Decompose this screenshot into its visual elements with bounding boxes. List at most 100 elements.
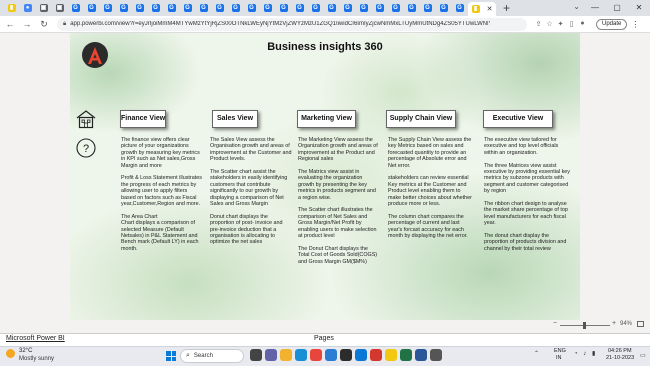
back-icon[interactable]: ← bbox=[3, 19, 17, 29]
browser-menu-icon[interactable]: ⋮ bbox=[631, 20, 639, 29]
browser-tab[interactable]: G bbox=[164, 2, 179, 14]
home-icon[interactable] bbox=[75, 108, 97, 130]
file-explorer-icon[interactable] bbox=[280, 349, 292, 361]
reload-icon[interactable]: ↻ bbox=[37, 19, 51, 30]
browser-tab[interactable]: G bbox=[404, 2, 419, 14]
vscode-icon[interactable] bbox=[355, 349, 367, 361]
browser-tab[interactable]: G bbox=[308, 2, 323, 14]
tab-icon: G bbox=[311, 4, 320, 12]
task-view-icon[interactable] bbox=[250, 349, 262, 361]
sales-view-button[interactable]: Sales View bbox=[212, 110, 258, 128]
browser-tab[interactable]: G bbox=[260, 2, 275, 14]
sun-icon[interactable] bbox=[6, 349, 15, 358]
browser-tab[interactable]: ▣ bbox=[52, 2, 67, 14]
browser-tab[interactable]: ● bbox=[20, 2, 35, 14]
powerbi-brand-link[interactable]: Microsoft Power BI bbox=[6, 335, 65, 342]
chrome-icon[interactable] bbox=[310, 349, 322, 361]
maximize-icon[interactable]: ▢ bbox=[606, 0, 628, 16]
supply-text-3: The column chart compares the percentage… bbox=[388, 213, 468, 240]
store-icon[interactable] bbox=[325, 349, 337, 361]
browser-tab[interactable]: G bbox=[228, 2, 243, 14]
fit-to-page-icon[interactable] bbox=[637, 321, 644, 327]
browser-tab[interactable]: G bbox=[372, 2, 387, 14]
forward-icon[interactable]: → bbox=[20, 19, 34, 29]
language-indicator[interactable]: ENG bbox=[554, 348, 566, 354]
browser-tab[interactable]: G bbox=[100, 2, 115, 14]
executive-view-button[interactable]: Executive View bbox=[483, 110, 553, 128]
browser-tab[interactable]: G bbox=[436, 2, 451, 14]
update-button[interactable]: Update bbox=[596, 18, 628, 30]
page-title: Business insights 360 bbox=[267, 41, 383, 53]
clock-date[interactable]: 21-10-2023 bbox=[606, 355, 634, 361]
pages-button[interactable]: Pages bbox=[314, 335, 334, 342]
browser-tab[interactable]: ▮ bbox=[4, 2, 19, 14]
browser-tab[interactable]: G bbox=[84, 2, 99, 14]
browser-tab[interactable]: G bbox=[244, 2, 259, 14]
taskbar-search[interactable]: ⌕ Search bbox=[180, 349, 244, 363]
tab-icon: G bbox=[199, 4, 208, 12]
new-tab-button[interactable]: + bbox=[503, 1, 510, 15]
browser-tab[interactable]: G bbox=[116, 2, 131, 14]
browser-tab[interactable]: G bbox=[212, 2, 227, 14]
marketing-view-button[interactable]: Marketing View bbox=[297, 110, 356, 128]
browser-tab[interactable]: G bbox=[196, 2, 211, 14]
zoom-slider-handle[interactable] bbox=[582, 322, 586, 329]
app-icon[interactable] bbox=[400, 349, 412, 361]
weather-description[interactable]: Mostly sunny bbox=[19, 356, 54, 362]
browser-tab[interactable]: G bbox=[180, 2, 195, 14]
profile-icon[interactable]: ● bbox=[577, 20, 588, 28]
finance-view-description: The finance view offers clear picture of… bbox=[121, 137, 203, 259]
lock-icon[interactable]: 🔒︎ bbox=[63, 21, 66, 28]
help-icon[interactable]: ? bbox=[75, 137, 97, 159]
browser-tab[interactable]: G bbox=[356, 2, 371, 14]
close-tab-icon[interactable]: ✕ bbox=[487, 5, 493, 13]
finance-view-button[interactable]: Finance View bbox=[120, 110, 166, 128]
windows-start-icon[interactable] bbox=[166, 351, 176, 361]
minimize-icon[interactable]: — bbox=[584, 0, 606, 16]
browser-tab[interactable]: G bbox=[420, 2, 435, 14]
url-text[interactable]: app.powerbi.com/view?r=eyJrIjoiMmM4MTYwM… bbox=[70, 21, 490, 27]
browser-tab[interactable]: G bbox=[148, 2, 163, 14]
app-icon[interactable] bbox=[430, 349, 442, 361]
system-tray-icons[interactable]: ◔ ♪ ▮ bbox=[574, 350, 597, 357]
powerbi-icon[interactable] bbox=[385, 349, 397, 361]
browser-tab[interactable]: G bbox=[132, 2, 147, 14]
zoom-in-button[interactable]: + bbox=[612, 320, 616, 327]
browser-tab[interactable]: G bbox=[388, 2, 403, 14]
browser-tab[interactable]: G bbox=[276, 2, 291, 14]
browser-tab-active[interactable]: ▮ ✕ bbox=[468, 2, 496, 16]
browser-tab[interactable]: G bbox=[292, 2, 307, 14]
browser-tab[interactable]: G bbox=[68, 2, 83, 14]
chat-icon[interactable] bbox=[265, 349, 277, 361]
notification-icon[interactable]: ▭ bbox=[640, 352, 646, 359]
clock-time[interactable]: 04:26 PM bbox=[608, 348, 632, 354]
chrome-icon: ● bbox=[23, 4, 32, 12]
share-icon[interactable]: ⇪ bbox=[533, 20, 544, 28]
browser-tab[interactable]: ▣ bbox=[36, 2, 51, 14]
toolbar-icons: ⇪ ☆ ✦ ▯ ● bbox=[533, 20, 588, 28]
browser-toolbar: ← → ↻ 🔒︎ app.powerbi.com/view?r=eyJrIjoi… bbox=[0, 16, 650, 33]
tab-search-icon[interactable]: ⌄ bbox=[573, 2, 580, 11]
weather-temperature[interactable]: 32°C bbox=[19, 348, 32, 354]
address-bar[interactable]: 🔒︎ app.powerbi.com/view?r=eyJrIjoiMmM4MT… bbox=[57, 17, 527, 31]
tab-icon: G bbox=[295, 4, 304, 12]
tab-icon: ▣ bbox=[39, 4, 48, 12]
tab-icon: G bbox=[455, 4, 464, 12]
marketing-text-1: The Marketing View assess the Organizati… bbox=[298, 137, 378, 163]
edge-icon[interactable] bbox=[295, 349, 307, 361]
keyboard-layout-indicator[interactable]: IN bbox=[556, 355, 562, 361]
supply-chain-view-button[interactable]: Supply Chain View bbox=[386, 110, 456, 128]
browser-tab[interactable]: G bbox=[340, 2, 355, 14]
extensions-icon[interactable]: ✦ bbox=[555, 20, 566, 28]
zoom-out-button[interactable]: − bbox=[553, 320, 557, 327]
close-window-icon[interactable]: ✕ bbox=[628, 0, 650, 16]
tab-icon: G bbox=[71, 4, 80, 12]
hidden-icons-chevron[interactable]: ⌃ bbox=[534, 350, 539, 357]
word-icon[interactable] bbox=[415, 349, 427, 361]
app-icon[interactable] bbox=[340, 349, 352, 361]
app-icon[interactable] bbox=[370, 349, 382, 361]
sidebar-icon[interactable]: ▯ bbox=[566, 20, 577, 28]
browser-tab[interactable]: G bbox=[324, 2, 339, 14]
bookmark-star-icon[interactable]: ☆ bbox=[544, 20, 555, 28]
browser-tab[interactable]: G bbox=[452, 2, 467, 14]
